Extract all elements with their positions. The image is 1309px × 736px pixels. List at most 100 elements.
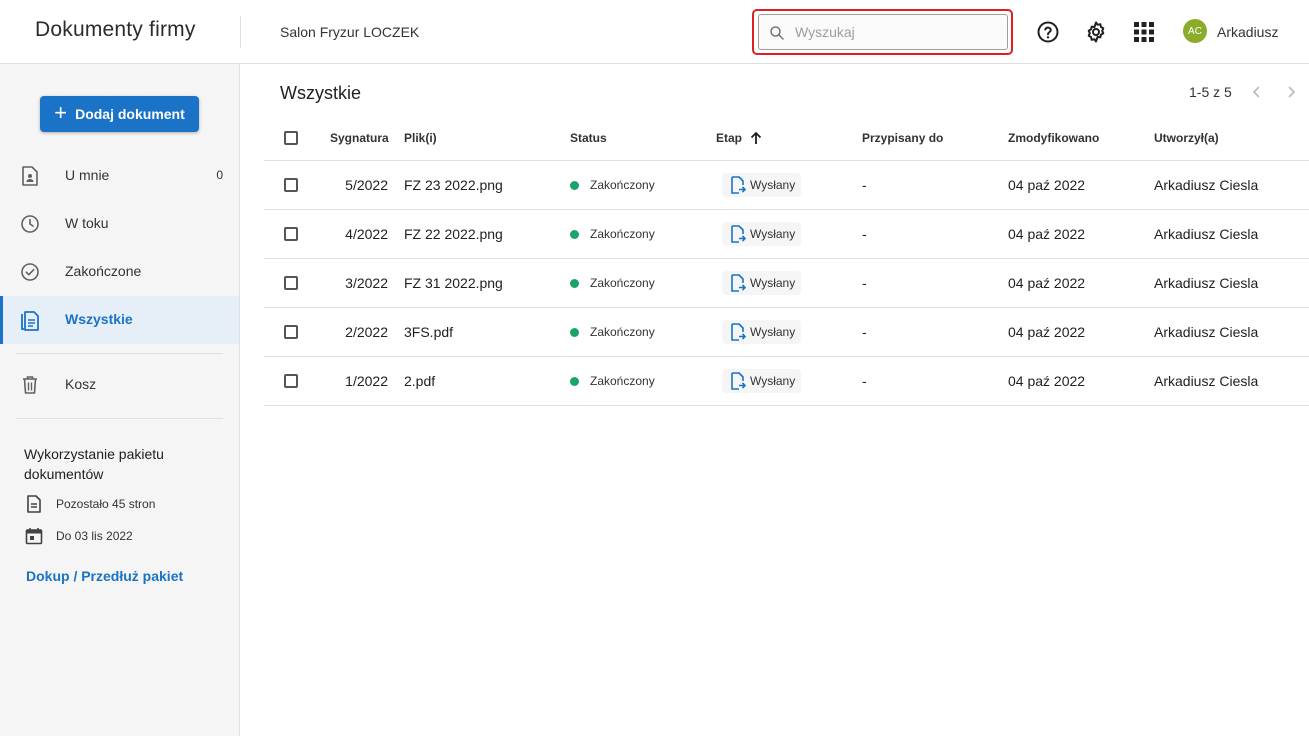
document-sent-icon [731, 176, 746, 194]
company-name[interactable]: Salon Fryzur LOCZEK [280, 24, 419, 40]
cell-file[interactable]: 3FS.pdf [404, 308, 453, 356]
add-document-button[interactable]: + Dodaj dokument [40, 96, 199, 132]
stage-chip: Wysłany [722, 369, 802, 393]
status-text: Zakończony [590, 227, 655, 241]
stage-chip: Wysłany [722, 222, 802, 246]
sidebar-item-all[interactable]: Wszystkie [0, 296, 239, 344]
row-checkbox[interactable] [284, 374, 298, 388]
cell-created-by: Arkadiusz Ciesla [1154, 226, 1259, 242]
cell-assigned: - [862, 177, 867, 193]
cell-stage: Wysłany [722, 308, 802, 356]
cell-created-by: Arkadiusz Ciesla [1154, 177, 1259, 193]
row-checkbox[interactable] [284, 276, 298, 290]
settings-gear-icon[interactable] [1084, 20, 1108, 44]
cell-assigned: - [862, 226, 867, 242]
status-text: Zakończony [590, 325, 655, 339]
stage-chip: Wysłany [722, 173, 802, 197]
cell-status: Zakończony [570, 161, 655, 209]
next-page-icon[interactable] [1282, 83, 1300, 101]
renew-package-link[interactable]: Dokup / Przedłuż pakiet [26, 568, 183, 584]
cell-signature: 2/2022 [345, 324, 388, 340]
table-row[interactable]: 2/2022 3FS.pdf Zakończony Wysłany - 04 p… [264, 308, 1309, 357]
column-header-created-by[interactable]: Utworzył(a) [1154, 116, 1219, 160]
help-icon[interactable] [1036, 20, 1060, 44]
cell-file[interactable]: FZ 23 2022.png [404, 161, 503, 209]
cell-assigned: - [862, 275, 867, 291]
pages-left-text: Pozostało 45 stron [56, 497, 156, 511]
table-row[interactable]: 1/2022 2.pdf Zakończony Wysłany - 04 paź… [264, 357, 1309, 406]
sidebar-item-label: U mnie [65, 167, 110, 183]
sidebar-item-completed[interactable]: Zakończone [0, 248, 239, 296]
cell-assigned: - [862, 373, 867, 389]
document-sent-icon [731, 372, 746, 390]
pagination-info: 1-5 z 5 [1189, 84, 1232, 100]
sidebar-item-in-progress[interactable]: W toku [0, 200, 239, 248]
stage-text: Wysłany [750, 227, 796, 241]
column-header-files[interactable]: Plik(i) [404, 116, 437, 160]
row-checkbox[interactable] [284, 178, 298, 192]
column-header-modified[interactable]: Zmodyfikowano [1008, 116, 1099, 160]
status-dot [570, 327, 579, 337]
table-row[interactable]: 3/2022 FZ 31 2022.png Zakończony Wysłany… [264, 259, 1309, 308]
stage-text: Wysłany [750, 374, 796, 388]
cell-created-by: Arkadiusz Ciesla [1154, 324, 1259, 340]
cell-modified: 04 paź 2022 [1008, 275, 1086, 291]
prev-page-icon[interactable] [1248, 83, 1266, 101]
column-header-status[interactable]: Status [570, 116, 607, 160]
sidebar: + Dodaj dokument U mnie 0 W toku Zakończ… [0, 64, 240, 736]
cell-signature: 3/2022 [345, 275, 388, 291]
document-sent-icon [731, 274, 746, 292]
user-name[interactable]: Arkadiusz [1217, 24, 1278, 40]
column-header-stage-label: Etap [716, 131, 743, 145]
status-text: Zakończony [590, 178, 655, 192]
sidebar-item-label: Wszystkie [65, 311, 133, 327]
stage-chip: Wysłany [722, 271, 802, 295]
app-title[interactable]: Dokumenty firmy [35, 18, 196, 42]
pages-left-row: Pozostało 45 stron [24, 494, 155, 514]
status-dot [570, 376, 579, 386]
sidebar-item-trash[interactable]: Kosz [0, 361, 239, 409]
search-input[interactable] [795, 22, 995, 42]
status-text: Zakończony [590, 276, 655, 290]
table-row[interactable]: 5/2022 FZ 23 2022.png Zakończony Wysłany… [264, 161, 1309, 210]
cell-signature: 1/2022 [345, 373, 388, 389]
select-all-checkbox[interactable] [284, 131, 298, 145]
sidebar-item-count: 0 [216, 168, 223, 182]
cell-file[interactable]: 2.pdf [404, 357, 435, 405]
column-header-stage[interactable]: Etap [716, 116, 762, 160]
cell-stage: Wysłany [722, 161, 802, 209]
status-dot [570, 229, 579, 239]
cell-status: Zakończony [570, 259, 655, 307]
search-icon [770, 26, 784, 40]
cell-signature: 5/2022 [345, 177, 388, 193]
stage-chip: Wysłany [722, 320, 802, 344]
stage-text: Wysłany [750, 276, 796, 290]
cell-modified: 04 paź 2022 [1008, 373, 1086, 389]
apps-grid-icon[interactable] [1132, 20, 1156, 44]
table-header-row: Sygnatura Plik(i) Status Etap Przypisany… [264, 116, 1309, 161]
document-icon [24, 494, 44, 514]
sidebar-item-label: Kosz [65, 376, 97, 392]
page-title: Wszystkie [280, 83, 361, 103]
sidebar-divider [16, 418, 223, 419]
valid-until-row: Do 03 lis 2022 [24, 526, 133, 546]
calendar-icon [24, 526, 44, 546]
table-row[interactable]: 4/2022 FZ 22 2022.png Zakończony Wysłany… [264, 210, 1309, 259]
search-box[interactable] [758, 14, 1008, 50]
row-checkbox[interactable] [284, 325, 298, 339]
avatar[interactable]: AC [1183, 19, 1207, 43]
cell-file[interactable]: FZ 31 2022.png [404, 259, 503, 307]
sidebar-item-label: Zakończone [65, 263, 142, 279]
cell-modified: 04 paź 2022 [1008, 226, 1086, 242]
cell-stage: Wysłany [722, 259, 802, 307]
person-document-icon [19, 165, 41, 187]
plus-icon: + [54, 100, 68, 125]
column-header-signature[interactable]: Sygnatura [330, 116, 389, 160]
cell-status: Zakończony [570, 357, 655, 405]
row-checkbox[interactable] [284, 227, 298, 241]
status-dot [570, 180, 579, 190]
usage-title: Wykorzystanie pakietu dokumentów [24, 446, 164, 482]
sidebar-item-mine[interactable]: U mnie 0 [0, 152, 239, 200]
cell-file[interactable]: FZ 22 2022.png [404, 210, 503, 258]
column-header-assigned[interactable]: Przypisany do [862, 116, 943, 160]
